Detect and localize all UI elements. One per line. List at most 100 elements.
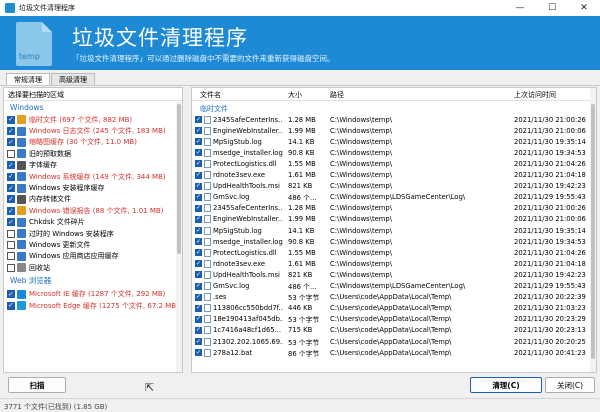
scan-area-item[interactable]: Microsoft IE 缓存 (1287 个文件, 292 MB) bbox=[4, 288, 182, 299]
file-icon bbox=[204, 304, 211, 313]
checkbox[interactable] bbox=[7, 127, 15, 136]
file-checkbox[interactable] bbox=[195, 326, 202, 334]
checkbox[interactable] bbox=[7, 115, 15, 124]
file-checkbox[interactable] bbox=[195, 293, 202, 301]
file-row[interactable]: 113806cc550bdd7f... 446 KB C:\Users\code\A… bbox=[192, 303, 592, 314]
file-checkbox[interactable] bbox=[195, 160, 202, 168]
file-checkbox[interactable] bbox=[195, 304, 202, 312]
file-row[interactable]: rdnote3sev.exe 1.61 MB C:\Windows\temp\ 202… bbox=[192, 258, 592, 269]
checkbox[interactable] bbox=[7, 184, 15, 193]
col-size[interactable]: 大小 bbox=[288, 90, 302, 100]
right-scrollbar[interactable] bbox=[590, 88, 596, 372]
file-checkbox[interactable] bbox=[195, 249, 202, 257]
checkbox[interactable] bbox=[7, 252, 15, 261]
checkbox[interactable] bbox=[7, 161, 15, 170]
file-checkbox[interactable] bbox=[195, 204, 202, 212]
file-last-access: 2021/11/29 19:55:43 bbox=[514, 282, 586, 291]
file-name: GmSvc.log bbox=[213, 193, 250, 202]
file-size: 821 KB bbox=[288, 182, 313, 191]
file-row[interactable]: ProtectLogistics.dll 1.55 MB C:\Windows\te… bbox=[192, 247, 592, 258]
file-checkbox[interactable] bbox=[195, 149, 202, 157]
file-last-access: 2021/11/30 21:00:26 bbox=[514, 204, 586, 213]
file-row[interactable]: .ses 53 个字节 C:\Users\code\AppData\Local\Te… bbox=[192, 292, 592, 303]
file-checkbox[interactable] bbox=[195, 138, 202, 146]
file-row[interactable]: UpdHealthTools.msi 821 KB C:\Windows\temp\… bbox=[192, 181, 592, 192]
file-icon bbox=[204, 282, 211, 291]
file-row[interactable]: 18e190413af045db... 53 个字节 C:\Users\code\A… bbox=[192, 314, 592, 325]
file-row[interactable]: UpdHealthTools.msi 821 KB C:\Windows\temp\… bbox=[192, 269, 592, 280]
checkbox[interactable] bbox=[7, 149, 15, 158]
file-checkbox[interactable] bbox=[195, 116, 202, 124]
scan-area-item[interactable]: Chkdsk 文件碎片 bbox=[4, 217, 182, 228]
scan-area-item[interactable]: Windows 安装程序缓存 bbox=[4, 182, 182, 193]
file-row[interactable]: 21302.202.1065.69... 53 个字节 C:\Users\code\… bbox=[192, 336, 592, 347]
scan-area-item[interactable]: Windows 日志文件 (245 个文件, 183 MB) bbox=[4, 125, 182, 136]
checkbox[interactable] bbox=[7, 218, 15, 227]
close-window-button[interactable]: ✕ bbox=[568, 0, 600, 16]
col-name[interactable]: 文件名 bbox=[200, 90, 221, 100]
file-checkbox[interactable] bbox=[195, 238, 202, 246]
file-row[interactable]: ProtectLogistics.dll 1.55 MB C:\Windows\te… bbox=[192, 158, 592, 169]
scan-area-item[interactable]: Windows 应用商店应用缓存 bbox=[4, 251, 182, 262]
checkbox[interactable] bbox=[7, 290, 15, 299]
file-path: C:\Windows\temp\ bbox=[330, 215, 393, 224]
file-row[interactable]: MpSigStub.log 14.1 KB C:\Windows\temp\ 2021… bbox=[192, 225, 592, 236]
file-row[interactable]: 1c7416a48cf1d65... 715 KB C:\Users\code\Ap… bbox=[192, 325, 592, 336]
file-row[interactable]: rdnote3sev.exe 1.61 MB C:\Windows\temp\ 202… bbox=[192, 170, 592, 181]
checkbox[interactable] bbox=[7, 263, 15, 272]
clean-button[interactable]: 清理(C) bbox=[470, 377, 542, 393]
title-bar: 垃圾文件清理程序 — ☐ ✕ bbox=[0, 0, 600, 16]
checkbox[interactable] bbox=[7, 138, 15, 147]
file-last-access: 2021/11/30 21:00:26 bbox=[514, 115, 586, 124]
checkbox[interactable] bbox=[7, 240, 15, 249]
file-row[interactable]: EngineWebInstaller... 1.99 MB C:\Windows\t… bbox=[192, 214, 592, 225]
col-path[interactable]: 路径 bbox=[330, 90, 344, 100]
scan-area-item[interactable]: 缩略图缓存 (30 个文件, 11.0 MB) bbox=[4, 137, 182, 148]
file-row[interactable]: GmSvc.log 486 个... C:\Windows\temp\LDSGame… bbox=[192, 192, 592, 203]
close-button[interactable]: 关闭(C) bbox=[545, 377, 595, 393]
file-icon bbox=[204, 193, 211, 202]
file-checkbox[interactable] bbox=[195, 127, 202, 135]
scan-area-item[interactable]: 字体缓存 bbox=[4, 160, 182, 171]
scan-area-item[interactable]: 临时文件 (697 个文件, 882 MB) bbox=[4, 114, 182, 125]
file-checkbox[interactable] bbox=[195, 349, 202, 357]
file-name: UpdHealthTools.msi bbox=[213, 270, 280, 279]
file-checkbox[interactable] bbox=[195, 227, 202, 235]
file-row[interactable]: 2345SafeCenterIns... 1.28 MB C:\Windows\te… bbox=[192, 203, 592, 214]
scan-button[interactable]: 扫描 bbox=[8, 377, 66, 393]
file-row[interactable]: msedge_installer.log 90.8 KB C:\Windows\te… bbox=[192, 236, 592, 247]
file-row[interactable]: msedge_installer.log 90.8 KB C:\Windows\te… bbox=[192, 147, 592, 158]
scan-area-item[interactable]: 内存转储文件 bbox=[4, 194, 182, 205]
file-checkbox[interactable] bbox=[195, 271, 202, 279]
scan-area-item[interactable]: Microsoft Edge 缓存 (1275 个文件, 67.2 MB) bbox=[4, 300, 182, 311]
scan-area-item[interactable]: 回收站 bbox=[4, 262, 182, 273]
scan-area-item[interactable]: Windows 系统缓存 (149 个文件, 344 MB) bbox=[4, 171, 182, 182]
scan-area-item[interactable]: 过时的 Windows 安装程序 bbox=[4, 228, 182, 239]
scan-area-item[interactable]: 旧的预取数据 bbox=[4, 148, 182, 159]
checkbox[interactable] bbox=[7, 172, 15, 181]
file-row[interactable]: 2345SafeCenterIns... 1.28 MB C:\Windows\te… bbox=[192, 114, 592, 125]
file-checkbox[interactable] bbox=[195, 282, 202, 290]
file-checkbox[interactable] bbox=[195, 260, 202, 268]
file-checkbox[interactable] bbox=[195, 215, 202, 223]
checkbox[interactable] bbox=[7, 195, 15, 204]
scan-area-item[interactable]: Windows 更新文件 bbox=[4, 239, 182, 250]
left-scrollbar[interactable] bbox=[176, 102, 182, 372]
file-name: msedge_installer.log bbox=[213, 148, 283, 157]
file-row[interactable]: 278a12.bat 86 个字节 C:\Users\code\AppData\Lo… bbox=[192, 347, 592, 358]
scan-area-item[interactable]: Windows 错误报告 (88 个文件, 1.01 MB) bbox=[4, 205, 182, 216]
file-row[interactable]: MpSigStub.log 14.1 KB C:\Windows\temp\ 2021… bbox=[192, 136, 592, 147]
checkbox[interactable] bbox=[7, 301, 15, 310]
file-checkbox[interactable] bbox=[195, 193, 202, 201]
file-row[interactable]: GmSvc.log 486 个... C:\Windows\temp\LDSGame… bbox=[192, 281, 592, 292]
minimize-button[interactable]: — bbox=[504, 0, 536, 16]
file-row[interactable]: EngineWebInstaller... 1.99 MB C:\Windows\t… bbox=[192, 125, 592, 136]
col-last-access[interactable]: 上次访问时间 bbox=[514, 90, 556, 100]
file-checkbox[interactable] bbox=[195, 171, 202, 179]
file-checkbox[interactable] bbox=[195, 315, 202, 323]
file-checkbox[interactable] bbox=[195, 182, 202, 190]
file-checkbox[interactable] bbox=[195, 338, 202, 346]
checkbox[interactable] bbox=[7, 206, 15, 215]
maximize-button[interactable]: ☐ bbox=[536, 0, 568, 16]
checkbox[interactable] bbox=[7, 229, 15, 238]
